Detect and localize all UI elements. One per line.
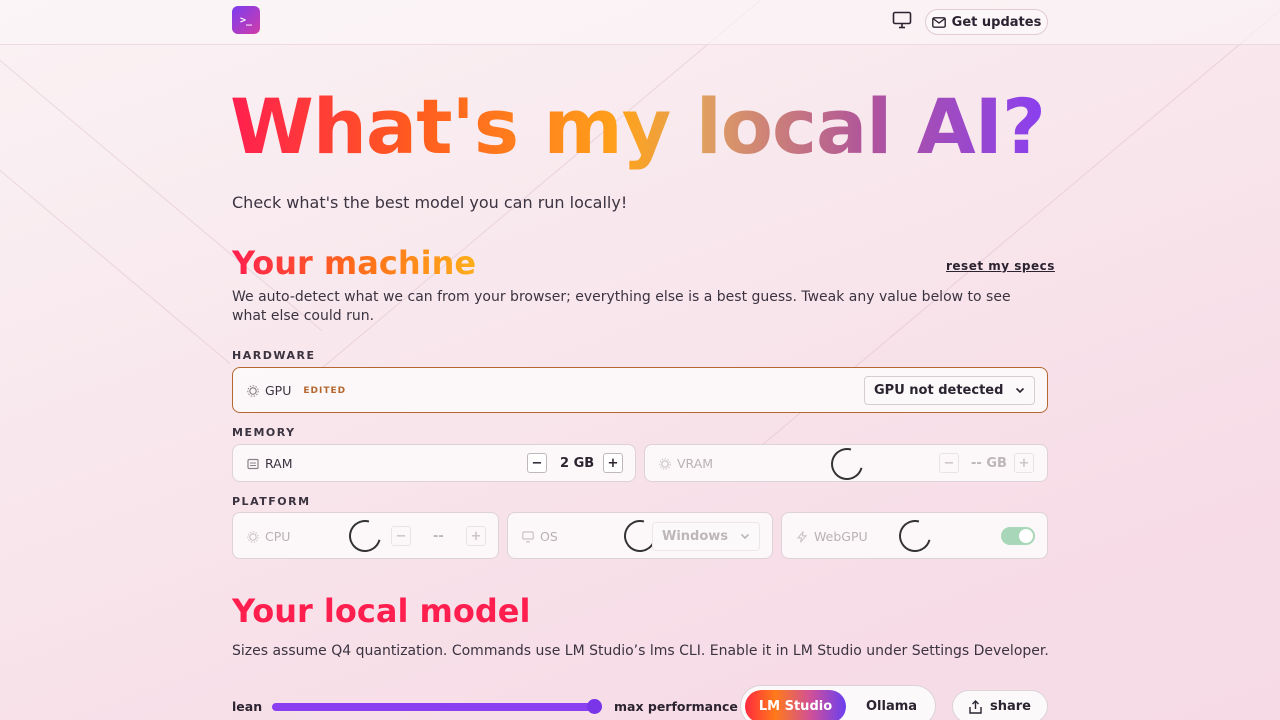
vram-value: -- GB (971, 456, 1007, 471)
chip-icon (247, 530, 259, 543)
os-label: OS (540, 529, 558, 544)
webgpu-label-group: WebGPU (796, 529, 868, 544)
reset-specs-link[interactable]: reset my specs (946, 259, 1055, 273)
os-select-value: Windows (662, 529, 729, 544)
model-description: Sizes assume Q4 quantization. Commands u… (232, 643, 1049, 659)
get-updates-label: Get updates (951, 14, 1042, 30)
ram-card: RAM − 2 GB + (232, 444, 636, 482)
os-select[interactable]: Windows (652, 522, 760, 551)
performance-slider-track[interactable] (272, 703, 602, 711)
chevron-down-icon (740, 533, 750, 540)
top-bar: >_ Get updates (0, 0, 1280, 45)
gpu-card: GPU EDITED GPU not detected (232, 367, 1048, 413)
chevron-down-icon (1015, 387, 1025, 394)
vram-loading-spinner (825, 442, 869, 486)
hero-title: What's my local AI? (230, 82, 1046, 171)
ram-value: 2 GB (560, 456, 595, 471)
memory-section-label: MEMORY (232, 426, 296, 439)
chip-icon (659, 457, 671, 470)
app-logo[interactable]: >_ (232, 6, 260, 34)
gpu-select-value: GPU not detected (874, 383, 1004, 398)
webgpu-card: WebGPU (781, 512, 1048, 559)
hardware-section-label: HARDWARE (232, 349, 316, 362)
machine-section-title: Your machine (232, 244, 477, 282)
platform-section-label: PLATFORM (232, 495, 311, 508)
runtime-option-ollama[interactable]: Ollama (866, 699, 917, 714)
cpu-label-group: CPU (247, 529, 290, 544)
background-line (0, 170, 231, 364)
vram-card: VRAM − -- GB + (644, 442, 1048, 486)
cpu-loading-spinner (343, 514, 387, 558)
ram-label: RAM (265, 456, 293, 471)
performance-slider-thumb[interactable] (587, 699, 602, 714)
vram-increment-button[interactable]: + (1014, 453, 1034, 473)
cpu-label: CPU (265, 529, 291, 544)
lightning-icon (796, 530, 808, 543)
gpu-label-group: GPU EDITED (247, 383, 346, 398)
cpu-increment-button[interactable]: + (466, 526, 486, 546)
share-icon (969, 699, 982, 714)
cpu-decrement-button[interactable]: − (391, 526, 411, 546)
vram-label: VRAM (677, 456, 714, 471)
ram-increment-button[interactable]: + (603, 453, 623, 473)
share-label: share (990, 699, 1031, 714)
edited-badge: EDITED (303, 385, 347, 396)
mail-icon (931, 16, 946, 28)
ram-decrement-button[interactable]: − (527, 453, 547, 473)
chip-icon (247, 384, 259, 397)
monitor-icon[interactable] (892, 11, 912, 29)
slider-max-label: max performance (614, 699, 738, 714)
vram-decrement-button[interactable]: − (939, 453, 959, 473)
model-section-title: Your local model (232, 592, 531, 630)
monitor-icon (522, 530, 534, 542)
webgpu-toggle[interactable] (1001, 527, 1035, 545)
webgpu-loading-spinner (893, 514, 937, 558)
logo-text: >_ (239, 14, 253, 26)
os-label-group: OS (522, 529, 558, 544)
hero-tagline: Check what's the best model you can run … (232, 193, 628, 212)
slider-min-label: lean (232, 699, 263, 714)
machine-description: We auto-detect what we can from your bro… (232, 289, 1011, 324)
os-card: OS Windows (507, 512, 773, 559)
memory-icon (247, 458, 259, 469)
get-updates-button[interactable]: Get updates (925, 9, 1048, 35)
gpu-select[interactable]: GPU not detected (864, 376, 1035, 405)
webgpu-label: WebGPU (814, 529, 868, 544)
cpu-card: CPU − -- + (232, 512, 499, 559)
vram-label-group: VRAM (659, 456, 713, 471)
cpu-value: -- (433, 529, 444, 544)
ram-label-group: RAM (247, 456, 293, 471)
share-button[interactable]: share (952, 690, 1048, 720)
runtime-option-lm-studio[interactable]: LM Studio (745, 690, 846, 720)
gpu-label: GPU (265, 383, 292, 398)
